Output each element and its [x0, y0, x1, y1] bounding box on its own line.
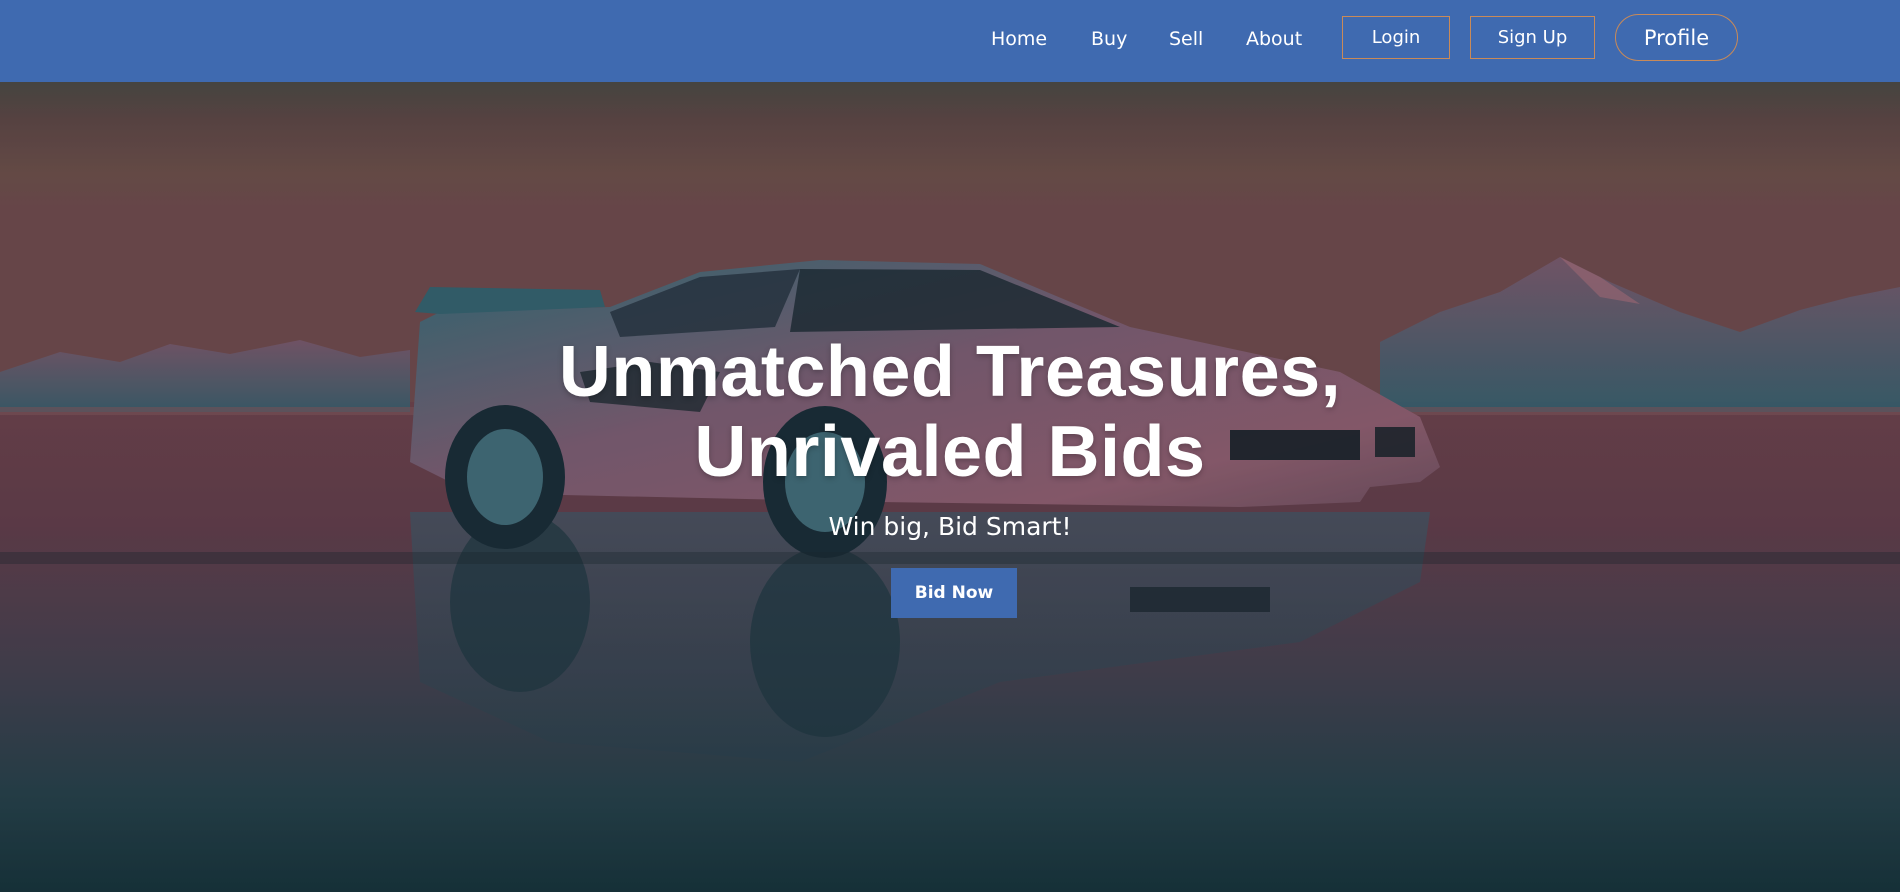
hero-title-line-1: Unmatched Treasures,: [558, 332, 1342, 412]
signup-button[interactable]: Sign Up: [1470, 16, 1595, 59]
hero-section: Unmatched Treasures, Unrivaled Bids Win …: [0, 82, 1900, 892]
nav-link-about[interactable]: About: [1246, 28, 1302, 50]
nav-link-home[interactable]: Home: [991, 28, 1047, 50]
nav-link-sell[interactable]: Sell: [1169, 28, 1203, 50]
login-button[interactable]: Login: [1342, 16, 1450, 59]
hero-subtitle: Win big, Bid Smart!: [828, 512, 1072, 541]
hero-title: Unmatched Treasures, Unrivaled Bids: [0, 332, 1900, 492]
hero-title-line-2: Unrivaled Bids: [694, 412, 1206, 492]
top-navbar: Home Buy Sell About Login Sign Up Profil…: [0, 0, 1900, 82]
profile-button[interactable]: Profile: [1615, 14, 1738, 61]
bid-now-button[interactable]: Bid Now: [891, 568, 1017, 618]
nav-link-buy[interactable]: Buy: [1091, 28, 1127, 50]
